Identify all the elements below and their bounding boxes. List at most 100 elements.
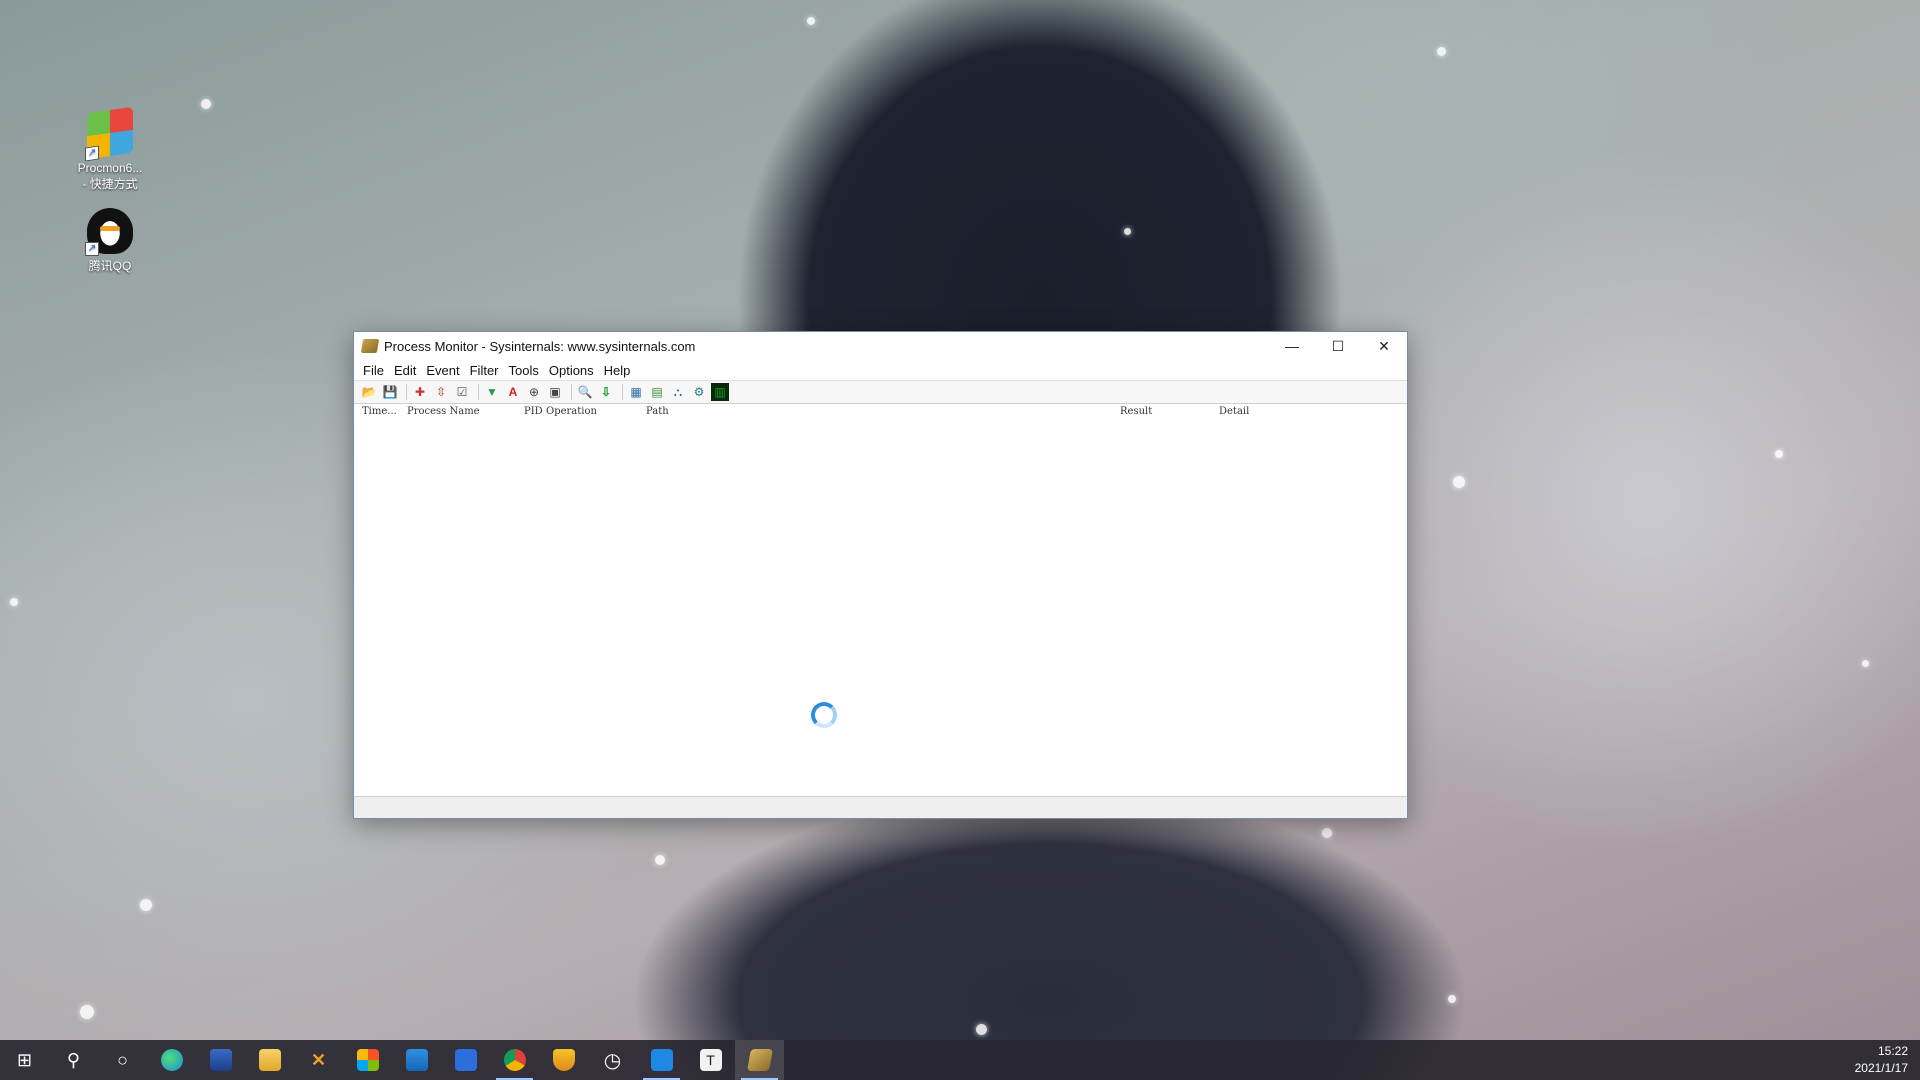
registry-icon[interactable]: ▦ bbox=[627, 383, 645, 401]
desktop-icon-qq[interactable]: ↗ 腾讯QQ bbox=[68, 208, 152, 274]
desktop-icon-label: 腾讯QQ bbox=[88, 259, 132, 273]
column-header-row: Time... Process Name PID Operation Path … bbox=[354, 404, 1407, 420]
snow-particle bbox=[1124, 228, 1131, 235]
process-tree-icon[interactable]: ▣ bbox=[546, 383, 564, 401]
jump-icon[interactable]: ⇩ bbox=[597, 383, 615, 401]
snow-particle bbox=[201, 99, 211, 109]
loading-spinner-icon bbox=[811, 702, 837, 728]
toolbar-separator bbox=[406, 384, 407, 400]
autoscroll-icon[interactable]: ⇳ bbox=[432, 383, 450, 401]
menu-filter[interactable]: Filter bbox=[465, 363, 504, 378]
open-icon[interactable]: 📂 bbox=[360, 383, 378, 401]
snow-particle bbox=[140, 899, 152, 911]
find-icon[interactable]: 🔍 bbox=[576, 383, 594, 401]
taskbar-edge[interactable] bbox=[147, 1040, 196, 1080]
shield-icon bbox=[552, 1049, 575, 1071]
edge-icon bbox=[160, 1049, 183, 1071]
wps-writer-icon bbox=[454, 1049, 477, 1071]
capture-icon[interactable]: ✚ bbox=[411, 383, 429, 401]
taskbar-chrome[interactable] bbox=[490, 1040, 539, 1080]
taskbar-xmind[interactable]: ✕ bbox=[294, 1040, 343, 1080]
snow-particle bbox=[1775, 450, 1783, 458]
process-monitor-window: Process Monitor - Sysinternals: www.sysi… bbox=[353, 331, 1408, 819]
window-title: Process Monitor - Sysinternals: www.sysi… bbox=[384, 338, 696, 354]
qq-penguin-icon: ↗ bbox=[85, 208, 133, 256]
desktop-icon-label: Procmon6... bbox=[77, 161, 143, 175]
column-pid[interactable]: PID bbox=[524, 406, 543, 417]
shortcut-arrow-icon: ↗ bbox=[85, 145, 99, 162]
target-icon[interactable]: ⊕ bbox=[525, 383, 543, 401]
save-icon[interactable]: 💾 bbox=[381, 383, 399, 401]
snow-particle bbox=[807, 17, 815, 25]
column-detail[interactable]: Detail bbox=[1219, 406, 1249, 417]
toolbar-separator bbox=[571, 384, 572, 400]
start-button[interactable]: ⊞ bbox=[0, 1040, 49, 1080]
menu-help[interactable]: Help bbox=[599, 363, 636, 378]
menu-edit[interactable]: Edit bbox=[389, 363, 421, 378]
snow-particle bbox=[1448, 995, 1456, 1003]
desktop-icon-procmon[interactable]: ↗ Procmon6... - 快捷方式 bbox=[68, 106, 152, 192]
column-result[interactable]: Result bbox=[1120, 406, 1152, 417]
search-icon: ⚲ bbox=[66, 1049, 81, 1070]
taskbar-security[interactable] bbox=[539, 1040, 588, 1080]
cortana-circle-icon: ○ bbox=[117, 1049, 128, 1070]
clear-icon[interactable]: ☑ bbox=[453, 383, 471, 401]
snow-particle bbox=[1453, 476, 1465, 488]
snow-particle bbox=[80, 1005, 94, 1019]
cortana-button[interactable]: ○ bbox=[98, 1040, 147, 1080]
profiling-icon[interactable]: ▥ bbox=[711, 383, 729, 401]
store-icon bbox=[356, 1049, 379, 1071]
menu-event[interactable]: Event bbox=[421, 363, 464, 378]
filter-icon[interactable]: ▼ bbox=[483, 383, 501, 401]
mail-icon bbox=[405, 1049, 428, 1071]
procmon-shortcut-icon: ↗ bbox=[85, 106, 133, 162]
column-time[interactable]: Time... bbox=[362, 406, 397, 417]
filesystem-icon[interactable]: ▤ bbox=[648, 383, 666, 401]
close-button[interactable]: ✕ bbox=[1361, 332, 1407, 360]
taskbar-clock-app[interactable]: ◷ bbox=[588, 1040, 637, 1080]
snow-particle bbox=[1862, 660, 1869, 667]
desktop-icon-label: - 快捷方式 bbox=[82, 177, 138, 191]
title-bar[interactable]: Process Monitor - Sysinternals: www.sysi… bbox=[354, 332, 1407, 360]
taskbar-store[interactable] bbox=[343, 1040, 392, 1080]
highlight-icon[interactable]: A bbox=[504, 383, 522, 401]
chrome-icon bbox=[503, 1049, 526, 1071]
taskbar-phone-app[interactable] bbox=[637, 1040, 686, 1080]
snow-particle bbox=[1322, 828, 1332, 838]
taskbar-file-explorer[interactable] bbox=[245, 1040, 294, 1080]
xmind-icon: ✕ bbox=[310, 1049, 327, 1070]
user-app-icon bbox=[209, 1049, 232, 1071]
toolbar: 📂 💾 ✚ ⇳ ☑ ▼ A ⊕ ▣ 🔍 ⇩ ▦ ▤ ⛬ ⚙ ▥ bbox=[354, 380, 1407, 404]
taskbar-typora[interactable]: T bbox=[686, 1040, 735, 1080]
snow-particle bbox=[1437, 47, 1446, 56]
taskbar-wps[interactable] bbox=[441, 1040, 490, 1080]
search-button[interactable]: ⚲ bbox=[49, 1040, 98, 1080]
system-clock[interactable]: 15:22 2021/1/17 bbox=[1855, 1043, 1908, 1077]
menu-options[interactable]: Options bbox=[544, 363, 599, 378]
network-icon[interactable]: ⛬ bbox=[669, 383, 687, 401]
clock-time: 15:22 bbox=[1877, 1044, 1908, 1058]
column-process-name[interactable]: Process Name bbox=[407, 406, 480, 417]
minimize-button[interactable]: — bbox=[1269, 332, 1315, 360]
taskbar-process-monitor[interactable] bbox=[735, 1040, 784, 1080]
snow-particle bbox=[976, 1024, 987, 1035]
column-operation[interactable]: Operation bbox=[546, 406, 597, 417]
maximize-button[interactable]: ☐ bbox=[1315, 332, 1361, 360]
procmon-app-icon bbox=[360, 339, 380, 353]
taskbar: ⊞ ⚲ ○ ✕ ◷ T 15:22 2021/1/17 bbox=[0, 1040, 1920, 1080]
column-path[interactable]: Path bbox=[646, 406, 669, 417]
taskbar-user-app[interactable] bbox=[196, 1040, 245, 1080]
clock-date: 2021/1/17 bbox=[1854, 1061, 1908, 1075]
taskbar-mail[interactable] bbox=[392, 1040, 441, 1080]
event-list[interactable] bbox=[354, 422, 1407, 796]
toolbar-separator bbox=[478, 384, 479, 400]
menu-bar: File Edit Event Filter Tools Options Hel… bbox=[354, 360, 1407, 380]
process-activity-icon[interactable]: ⚙ bbox=[690, 383, 708, 401]
menu-file[interactable]: File bbox=[358, 363, 389, 378]
status-bar bbox=[354, 796, 1407, 818]
typora-icon: T bbox=[699, 1049, 722, 1071]
menu-tools[interactable]: Tools bbox=[504, 363, 544, 378]
clock-dial-icon: ◷ bbox=[603, 1049, 622, 1072]
folder-icon bbox=[258, 1049, 281, 1071]
shortcut-arrow-icon: ↗ bbox=[85, 242, 99, 256]
